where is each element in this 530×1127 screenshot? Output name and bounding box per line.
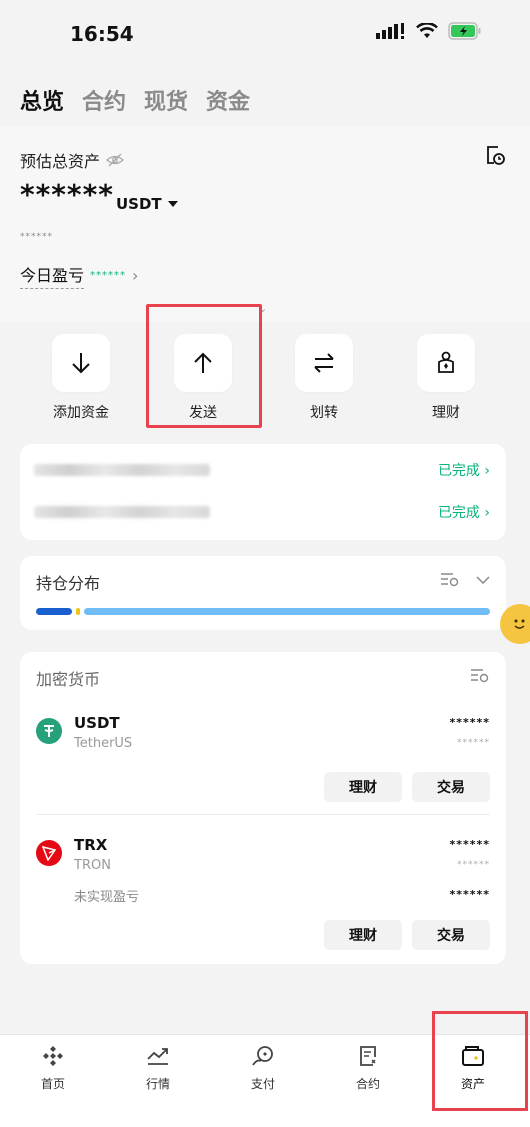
distribution-segment xyxy=(84,608,490,615)
coins-title: 加密货币 xyxy=(36,670,101,689)
wifi-icon xyxy=(416,23,438,38)
pay-icon xyxy=(252,1046,273,1066)
caret-down-icon xyxy=(167,201,178,207)
task-status: 已完成 › xyxy=(437,505,490,521)
tab-overview[interactable]: 总览 xyxy=(20,84,64,116)
tasks-card: 已完成 › 已完成 › xyxy=(20,444,506,540)
nav-markets[interactable]: 行情 xyxy=(113,1045,203,1092)
blurred-task-text xyxy=(34,464,210,476)
assets-highlight-box xyxy=(432,1011,528,1111)
battery-icon xyxy=(448,22,481,40)
distribution-bar xyxy=(36,608,490,615)
arrow-down-icon xyxy=(52,334,110,392)
asset-unit: USDT xyxy=(116,195,162,213)
nav-home[interactable]: 首页 xyxy=(8,1045,98,1092)
coin-subvalue: ****** xyxy=(457,860,490,870)
coin-value: ****** xyxy=(449,838,490,851)
coin-row-trx[interactable]: TRX TRON ****** ****** 未实现盈亏 ****** 理财 交… xyxy=(36,836,490,950)
status-time: 16:54 xyxy=(70,22,134,46)
tab-spot[interactable]: 现货 xyxy=(144,84,188,116)
task-row[interactable]: 已完成 › xyxy=(34,502,490,522)
tab-funding[interactable]: 资金 xyxy=(206,84,250,116)
earn-trx-button[interactable]: 理财 xyxy=(324,920,402,950)
chart-icon xyxy=(147,1048,168,1065)
trade-usdt-button[interactable]: 交易 xyxy=(412,772,490,802)
crypto-holdings-card: 加密货币 USDT TetherUS ****** ****** 理财 交易 T… xyxy=(20,652,506,964)
asset-sub-value: ****** xyxy=(20,232,53,242)
coin-symbol: TRX xyxy=(74,836,108,854)
coin-subvalue: ****** xyxy=(457,738,490,748)
distribution-segment xyxy=(36,608,72,615)
transfer-button[interactable]: 划转 xyxy=(274,334,374,422)
tab-futures[interactable]: 合约 xyxy=(82,84,126,116)
nav-label: 合约 xyxy=(355,1077,380,1091)
unrealized-pnl-label: 未实现盈亏 xyxy=(74,890,140,905)
binance-logo-icon xyxy=(43,1046,63,1066)
status-icons xyxy=(376,22,482,40)
action-label: 理财 xyxy=(432,405,460,421)
position-distribution-card[interactable]: 持仓分布 xyxy=(20,556,506,630)
asset-label: 预估总资产 xyxy=(20,152,101,171)
coin-value: ****** xyxy=(449,716,490,729)
nav-label: 支付 xyxy=(250,1077,275,1091)
asset-unit-selector[interactable]: USDT xyxy=(116,195,178,213)
asset-label-row: 预估总资产 xyxy=(20,148,125,172)
asset-value: ****** xyxy=(20,178,114,211)
distribution-segment xyxy=(76,608,80,615)
top-tabs: 总览 合约 现货 资金 xyxy=(20,84,250,116)
send-highlight-box xyxy=(146,304,262,428)
transfer-icon xyxy=(295,334,353,392)
coin-row-usdt[interactable]: USDT TetherUS ****** ****** 理财 交易 xyxy=(36,714,490,804)
futures-icon xyxy=(360,1046,376,1066)
distribution-icons xyxy=(440,572,490,588)
earn-button[interactable]: 理财 xyxy=(396,334,496,422)
action-label: 添加资金 xyxy=(53,405,109,421)
pnl-value: ****** xyxy=(90,270,127,281)
usdt-icon xyxy=(36,718,62,744)
nav-pay[interactable]: 支付 xyxy=(218,1045,308,1092)
eye-off-icon[interactable] xyxy=(106,153,125,167)
add-funds-button[interactable]: 添加资金 xyxy=(31,334,131,422)
filter-settings-icon[interactable] xyxy=(440,572,460,588)
coin-symbol: USDT xyxy=(74,714,120,732)
earn-icon xyxy=(417,334,475,392)
chevron-down-icon[interactable] xyxy=(476,576,490,584)
unrealized-pnl-value: ****** xyxy=(449,888,490,901)
nav-label: 行情 xyxy=(145,1077,170,1091)
signal-icon xyxy=(376,23,404,39)
tron-icon xyxy=(36,840,62,866)
blurred-task-text xyxy=(34,506,210,518)
task-status: 已完成 › xyxy=(437,463,490,479)
coin-name: TetherUS xyxy=(74,736,133,751)
divider xyxy=(36,814,490,815)
chevron-right-icon: › xyxy=(132,266,139,285)
action-label: 划转 xyxy=(310,405,338,421)
today-pnl[interactable]: 今日盈亏 ****** › xyxy=(20,262,138,289)
history-icon[interactable] xyxy=(484,144,506,166)
trade-trx-button[interactable]: 交易 xyxy=(412,920,490,950)
earn-usdt-button[interactable]: 理财 xyxy=(324,772,402,802)
nav-label: 首页 xyxy=(40,1077,65,1091)
coin-name: TRON xyxy=(74,858,111,873)
filter-settings-icon[interactable] xyxy=(470,668,490,684)
nav-futures[interactable]: 合约 xyxy=(323,1045,413,1092)
pnl-label: 今日盈亏 xyxy=(20,262,85,289)
floating-assistant-icon[interactable] xyxy=(500,604,530,644)
distribution-title: 持仓分布 xyxy=(36,574,101,593)
task-row[interactable]: 已完成 › xyxy=(34,460,490,480)
